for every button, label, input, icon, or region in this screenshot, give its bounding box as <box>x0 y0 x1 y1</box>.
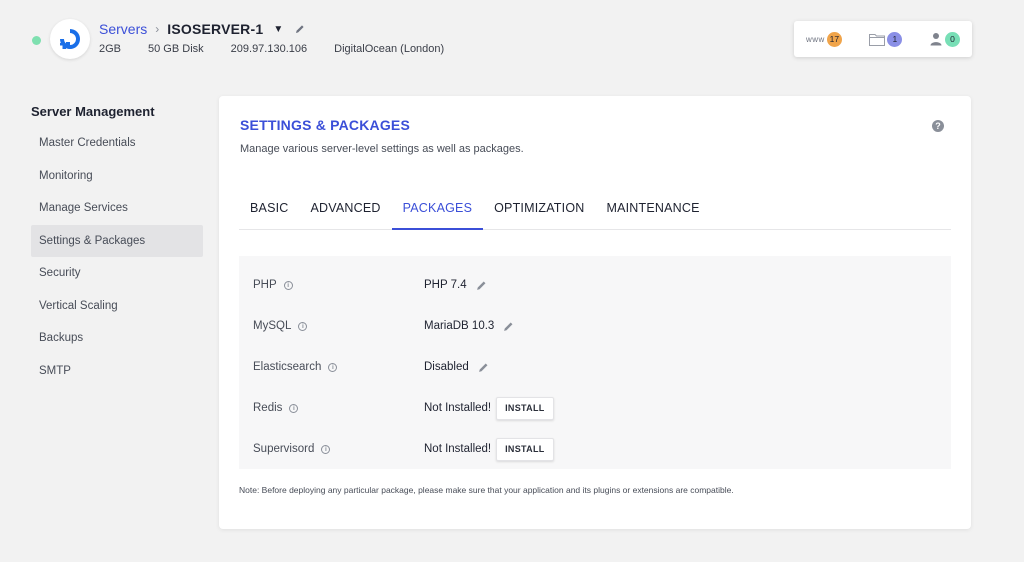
server-provider: DigitalOcean (London) <box>334 43 445 55</box>
package-row-redis: Redis i Not Installed! INSTALL <box>239 390 951 426</box>
package-value: Not Installed! INSTALL <box>424 396 554 420</box>
tab-packages[interactable]: PACKAGES <box>391 193 484 230</box>
package-name: MySQL i <box>253 320 308 332</box>
package-value: MariaDB 10.3 <box>424 320 514 332</box>
breadcrumb-servers-link[interactable]: Servers <box>99 21 147 37</box>
user-icon <box>930 33 942 46</box>
sidebar-item-backups[interactable]: Backups <box>31 322 203 355</box>
package-value-label: PHP 7.4 <box>424 279 467 291</box>
server-stats-panel: www 17 1 0 <box>794 21 972 57</box>
package-value-label: Not Installed! <box>424 402 492 414</box>
package-value: Not Installed! INSTALL <box>424 437 554 461</box>
tab-maintenance[interactable]: MAINTENANCE <box>595 193 710 230</box>
packages-list: PHP i PHP 7.4 MySQL i MariaDB 10.3 Elastic… <box>239 256 951 469</box>
package-value: PHP 7.4 <box>424 279 487 291</box>
sidebar-title: Server Management <box>31 104 155 119</box>
package-name: Elasticsearch i <box>253 361 338 373</box>
tab-basic[interactable]: BASIC <box>239 193 300 230</box>
package-name-label: MySQL <box>253 320 292 332</box>
package-row-php: PHP i PHP 7.4 <box>239 267 951 303</box>
tab-bar: BASIC ADVANCED PACKAGES OPTIMIZATION MAI… <box>239 193 951 230</box>
settings-packages-card: SETTINGS & PACKAGES Manage various serve… <box>219 96 971 529</box>
package-name-label: Supervisord <box>253 443 315 455</box>
package-row-elasticsearch: Elasticsearch i Disabled <box>239 349 951 385</box>
apps-stat[interactable]: www 17 <box>806 31 842 47</box>
users-count-badge: 0 <box>945 31 960 47</box>
package-row-mysql: MySQL i MariaDB 10.3 <box>239 308 951 344</box>
sidebar-nav: Master Credentials Monitoring Manage Ser… <box>31 127 203 387</box>
compatibility-note: Note: Before deploying any particular pa… <box>239 485 734 495</box>
digitalocean-logo-icon <box>50 19 90 59</box>
server-meta: 2GB 50 GB Disk 209.97.130.106 DigitalOce… <box>99 43 471 55</box>
breadcrumb: Servers › ISOSERVER-1 ▼ <box>99 21 305 37</box>
users-stat[interactable]: 0 <box>930 31 960 47</box>
folder-icon <box>869 33 886 46</box>
package-name: Redis i <box>253 402 299 414</box>
sidebar-item-manage-services[interactable]: Manage Services <box>31 192 203 225</box>
page-subtitle: Manage various server-level settings as … <box>240 143 524 155</box>
info-icon[interactable]: i <box>298 321 308 331</box>
package-name: Supervisord i <box>253 443 331 455</box>
info-icon[interactable]: i <box>283 280 293 290</box>
info-icon[interactable]: i <box>328 362 338 372</box>
install-redis-button[interactable]: INSTALL <box>496 396 554 420</box>
server-ram: 2GB <box>99 43 122 55</box>
package-name-label: Elasticsearch <box>253 361 322 373</box>
sidebar-item-master-credentials[interactable]: Master Credentials <box>31 127 203 160</box>
server-status-dot <box>32 36 41 45</box>
package-name-label: Redis <box>253 402 283 414</box>
info-icon[interactable]: i <box>321 444 331 454</box>
sidebar-item-settings-packages[interactable]: Settings & Packages <box>31 224 203 257</box>
package-value-label: Not Installed! <box>424 443 492 455</box>
caret-down-icon[interactable]: ▼ <box>273 24 283 35</box>
apps-count-badge: 17 <box>826 31 842 47</box>
package-value-label: MariaDB 10.3 <box>424 320 495 332</box>
edit-pencil-icon[interactable] <box>503 321 514 332</box>
rename-pencil-icon[interactable] <box>295 24 305 34</box>
chevron-right-icon: › <box>155 22 160 36</box>
page-title: SETTINGS & PACKAGES <box>240 117 411 133</box>
package-value-label: Disabled <box>424 361 469 373</box>
sidebar-item-security[interactable]: Security <box>31 257 203 290</box>
tab-optimization[interactable]: OPTIMIZATION <box>483 193 595 230</box>
server-name: ISOSERVER-1 <box>167 21 264 37</box>
files-count-badge: 1 <box>887 31 903 47</box>
files-stat[interactable]: 1 <box>869 31 903 47</box>
package-name-label: PHP <box>253 279 277 291</box>
server-ip: 209.97.130.106 <box>230 43 308 55</box>
edit-pencil-icon[interactable] <box>478 362 489 373</box>
edit-pencil-icon[interactable] <box>476 280 487 291</box>
package-value: Disabled <box>424 361 489 373</box>
package-name: PHP i <box>253 279 293 291</box>
sidebar-item-smtp[interactable]: SMTP <box>31 355 203 388</box>
install-supervisord-button[interactable]: INSTALL <box>496 437 554 461</box>
help-icon[interactable]: ? <box>932 120 944 132</box>
tab-advanced[interactable]: ADVANCED <box>300 193 392 230</box>
www-icon: www <box>806 34 825 44</box>
package-row-supervisord: Supervisord i Not Installed! INSTALL <box>239 431 951 467</box>
info-icon[interactable]: i <box>289 403 299 413</box>
sidebar-item-vertical-scaling[interactable]: Vertical Scaling <box>31 290 203 323</box>
server-disk: 50 GB Disk <box>148 43 204 55</box>
sidebar-item-monitoring[interactable]: Monitoring <box>31 160 203 193</box>
